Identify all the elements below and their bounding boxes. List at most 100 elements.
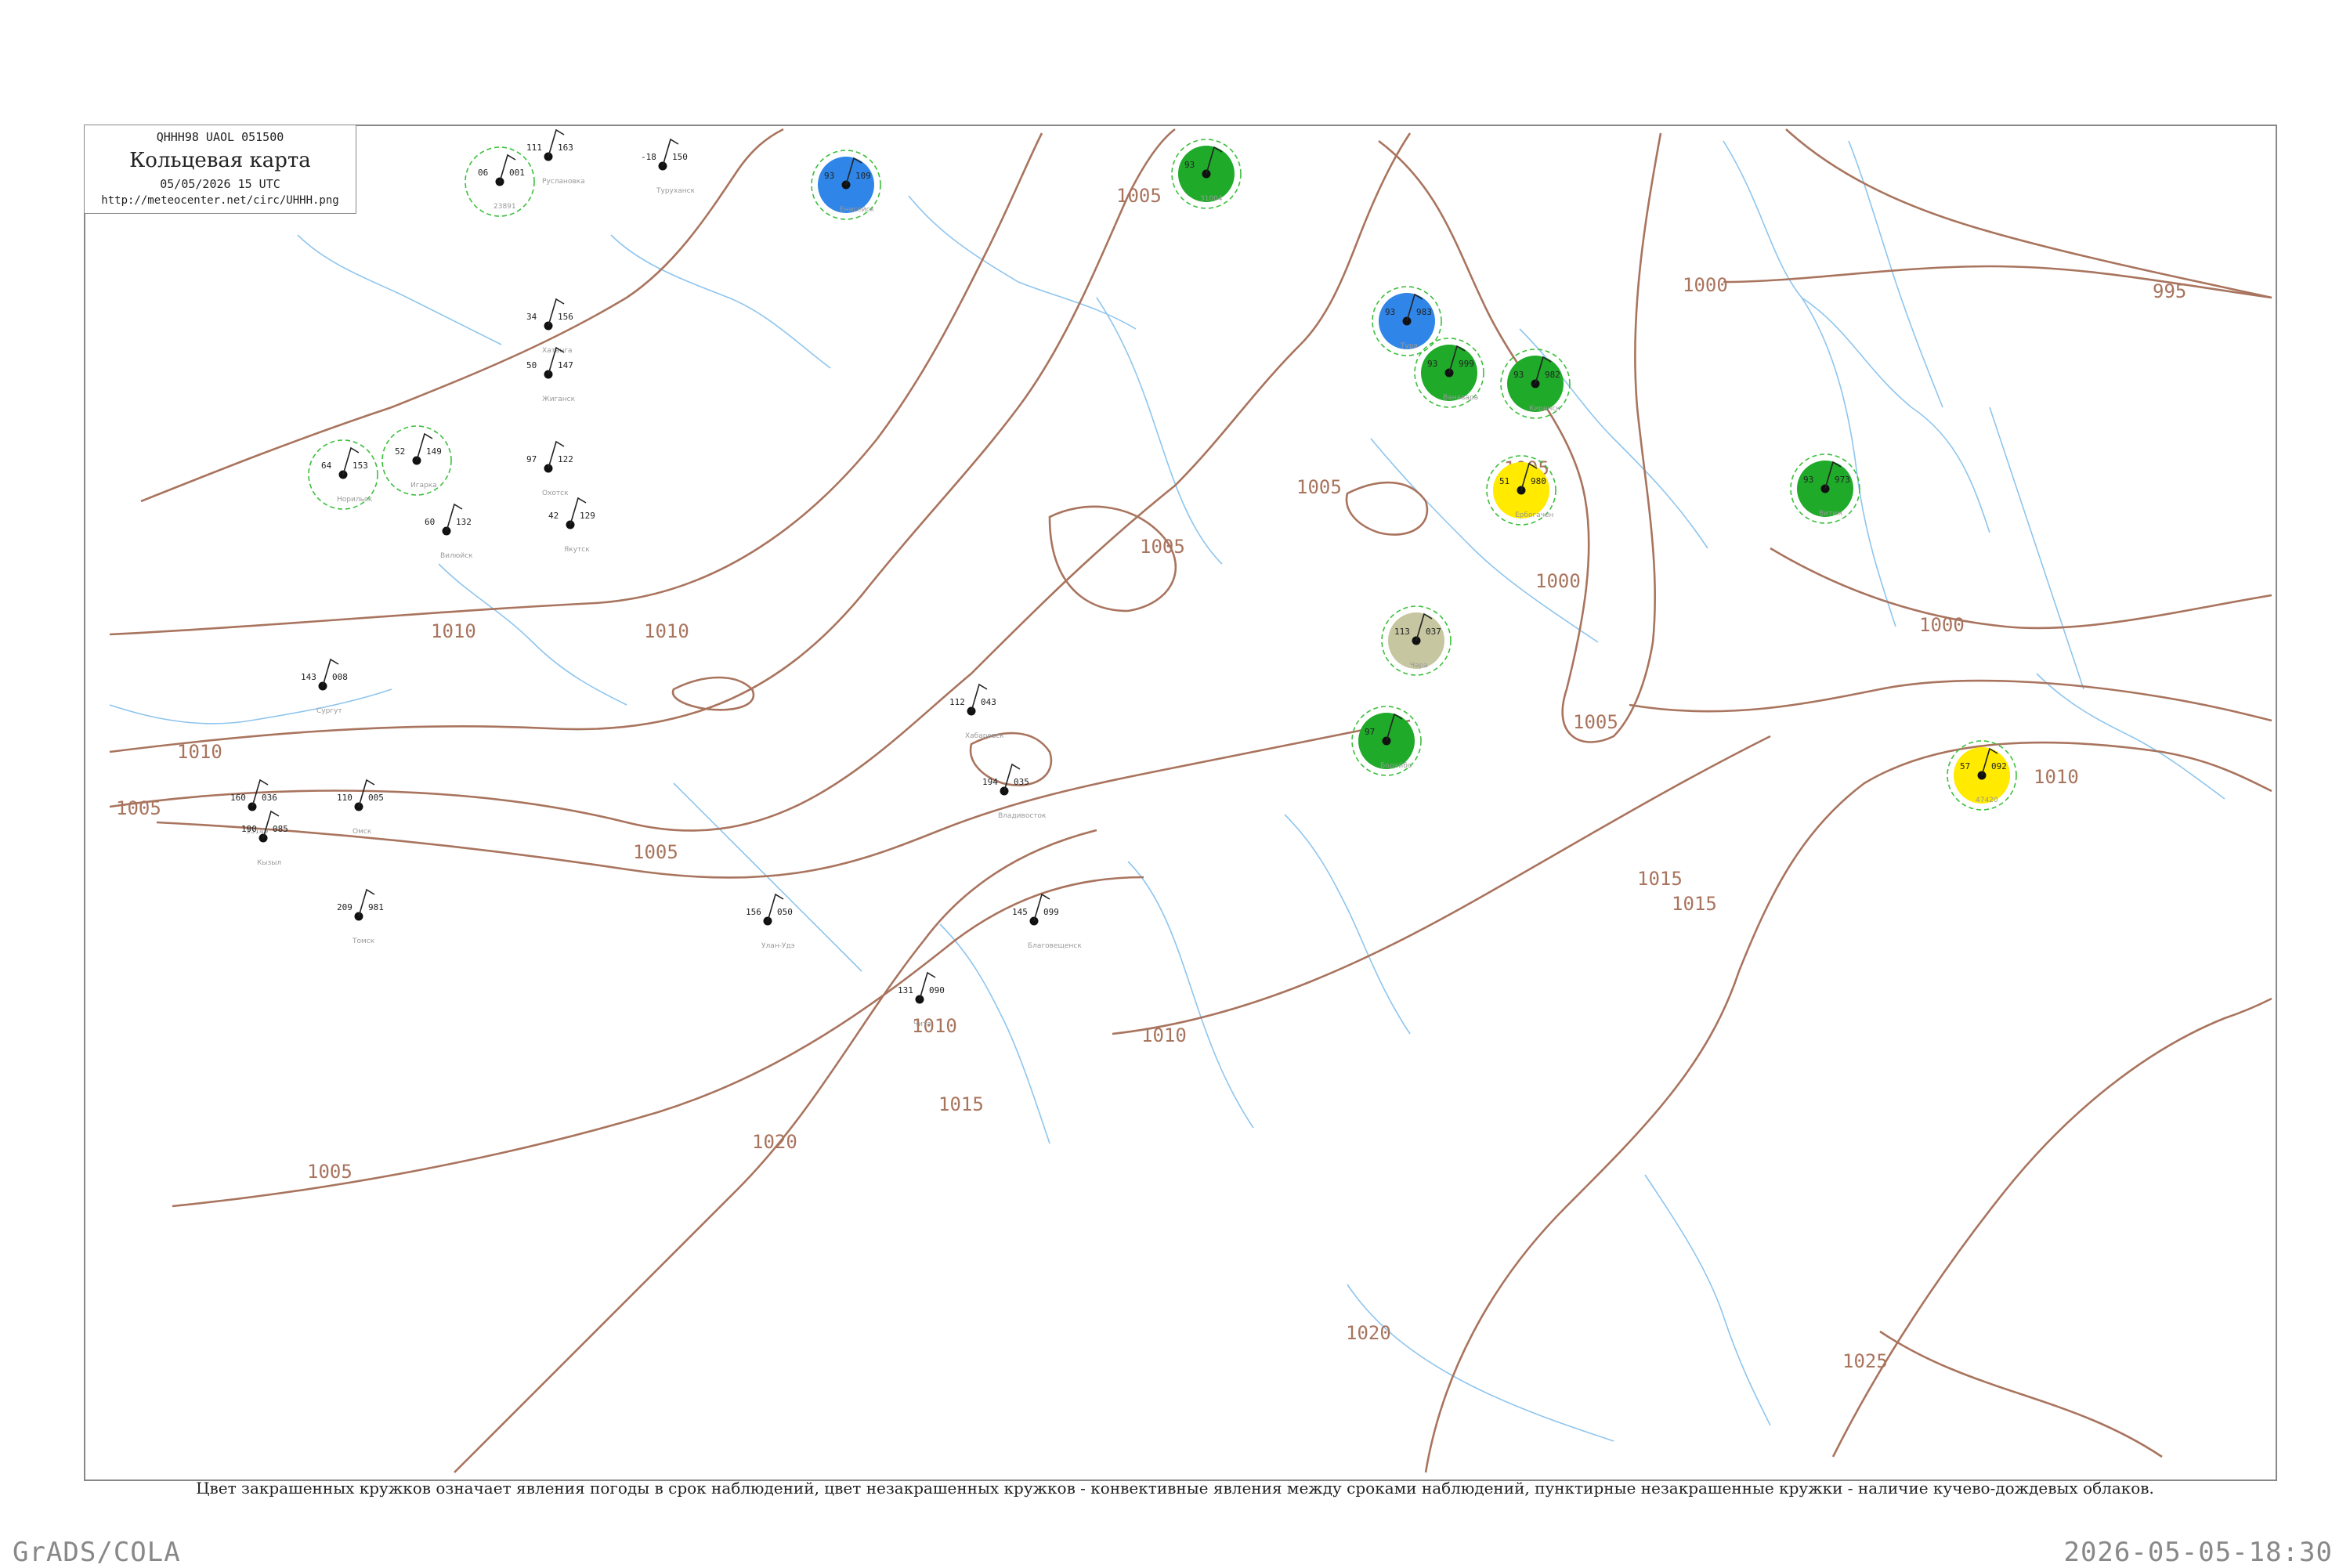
station-pressure: 132: [456, 517, 472, 527]
station-temp: 110: [337, 793, 352, 803]
station-temp: 97: [1365, 727, 1375, 737]
station-temp: 64: [321, 461, 332, 471]
isobar-label: 1010: [2034, 766, 2079, 788]
isobar-label: 1000: [1919, 614, 1965, 636]
station-name: Жиганск: [542, 396, 576, 403]
station-name: Вилюйск: [440, 552, 473, 560]
map-canvas: 1005 1005 1005 1010 1010 1010 1005 1005 …: [84, 125, 2277, 1481]
isobar-label: 1000: [1535, 570, 1581, 592]
station-name: Бодайбо: [1380, 762, 1412, 770]
station-plot: 190 085 Кызыл: [241, 810, 288, 867]
station-name: Ербогачен: [1515, 511, 1554, 519]
station-plot: 93 999 Ванавара: [1414, 338, 1484, 408]
station-pressure: 036: [262, 793, 277, 803]
station-plot: 156 050 Улан-Удэ: [746, 893, 795, 950]
station-temp: 112: [949, 697, 965, 707]
station-plot: 97 Бодайбо: [1351, 706, 1422, 776]
station-pressure: 982: [1545, 370, 1560, 380]
isobar-labels: 1005 1005 1005 1010 1010 1010 1005 1005 …: [116, 185, 2186, 1372]
station-plot: 50 147 Жиганск: [526, 346, 576, 403]
station-plot: 143 008 Сургут: [301, 658, 348, 715]
station-plot: 60 132 Вилюйск: [425, 503, 473, 560]
station-plot: 93 31004: [1171, 139, 1242, 209]
station-name: Киренск: [1529, 405, 1560, 413]
station-plot: 111 163 Руслановка: [526, 128, 585, 186]
station-name: Якутск: [564, 546, 590, 554]
station-pressure: 035: [1014, 777, 1029, 787]
station-pressure: 005: [368, 793, 384, 803]
station-temp: 190: [241, 824, 257, 834]
station-plot: 52 149 Игарка: [381, 425, 452, 496]
map-title: Кольцевая карта: [129, 149, 311, 172]
station-pressure: 090: [929, 985, 945, 995]
station-plot: 93 983 Тура: [1372, 286, 1442, 356]
station-name: 31004: [1200, 195, 1223, 203]
station-name: Омск: [352, 828, 372, 836]
stations-layer: 06 001 23891 111 163 Руслановка -18 150 Туруханс…: [230, 128, 2017, 1028]
map-frame: [84, 125, 2277, 1481]
station-pressure: 981: [368, 902, 384, 912]
map-header: QHHH98 UAOL 051500 Кольцевая карта 05/05…: [85, 125, 356, 214]
isobar-label: 1020: [752, 1131, 797, 1153]
map-date: 05/05/2026 15 UTC: [160, 177, 280, 191]
station-pressure: 085: [273, 824, 288, 834]
station-plot: 42 129 Якутск: [548, 497, 595, 554]
station-name: Витим: [1819, 510, 1842, 518]
station-name: Томск: [352, 938, 375, 945]
isobar-label: 1005: [633, 841, 678, 863]
render-timestamp: 2026-05-05-18:30: [2063, 1537, 2333, 1568]
station-temp: 131: [898, 985, 913, 995]
station-pressure: 109: [855, 171, 871, 181]
isobar-label: 1025: [1842, 1350, 1888, 1372]
station-pressure: 043: [981, 697, 996, 707]
station-pressure: 050: [777, 907, 793, 917]
station-temp: 57: [1960, 761, 1970, 771]
isobar-label: 995: [2153, 280, 2186, 302]
station-temp: 143: [301, 672, 316, 682]
station-name: Охотск: [542, 490, 569, 497]
station-temp: 93: [824, 171, 834, 181]
station-pressure: 092: [1991, 761, 2007, 771]
isobar-label: 1015: [1637, 868, 1683, 890]
isobar-label: 1015: [938, 1093, 984, 1115]
isobar-label: 1020: [1346, 1322, 1391, 1344]
isobar-label: 1015: [1672, 893, 1717, 915]
station-name: Тура: [1400, 342, 1418, 350]
station-name: Улан-Удэ: [761, 942, 795, 950]
bulletin-code: QHHH98 UAOL 051500: [156, 130, 284, 144]
station-temp: -18: [641, 152, 656, 162]
station-name: 23891: [494, 203, 516, 211]
station-plot: 93 982 Киренск: [1500, 349, 1571, 419]
station-name: Туруханск: [656, 187, 696, 195]
station-name: Игарка: [410, 482, 437, 490]
isobar-label: 1005: [1573, 711, 1618, 733]
map-url: http://meteocenter.net/circ/UHHH.png: [101, 194, 339, 207]
station-plot: 51 980 Ербогачен: [1486, 455, 1556, 526]
station-pressure: 147: [558, 360, 573, 370]
station-temp: 50: [526, 360, 537, 370]
station-plot: 97 122 Охотск: [526, 440, 573, 497]
station-pressure: 983: [1416, 307, 1432, 317]
station-temp: 93: [1427, 359, 1437, 369]
isobar-label: 1000: [1683, 274, 1728, 296]
station-temp: 93: [1184, 160, 1195, 170]
station-plot: 93 973 Витим: [1790, 453, 1860, 524]
station-temp: 93: [1385, 307, 1395, 317]
station-pressure: 099: [1043, 907, 1059, 917]
station-name: Ванавара: [1443, 394, 1478, 402]
station-name: Благовещенск: [1028, 942, 1082, 950]
station-temp: 160: [230, 793, 246, 803]
rivers: [109, 140, 2225, 1442]
station-name: 47420: [1976, 797, 1998, 804]
isobar-label: 1010: [644, 620, 689, 642]
station-temp: 06: [478, 168, 488, 178]
station-temp: 194: [982, 777, 998, 787]
isobar-label: 1010: [177, 741, 222, 763]
station-temp: 113: [1394, 627, 1410, 637]
station-temp: 34: [526, 312, 537, 322]
station-name: Владивосток: [998, 812, 1047, 820]
station-pressure: 129: [580, 511, 595, 521]
station-temp: 97: [526, 454, 537, 464]
station-name: Норильск: [337, 496, 373, 504]
station-temp: 42: [548, 511, 559, 521]
